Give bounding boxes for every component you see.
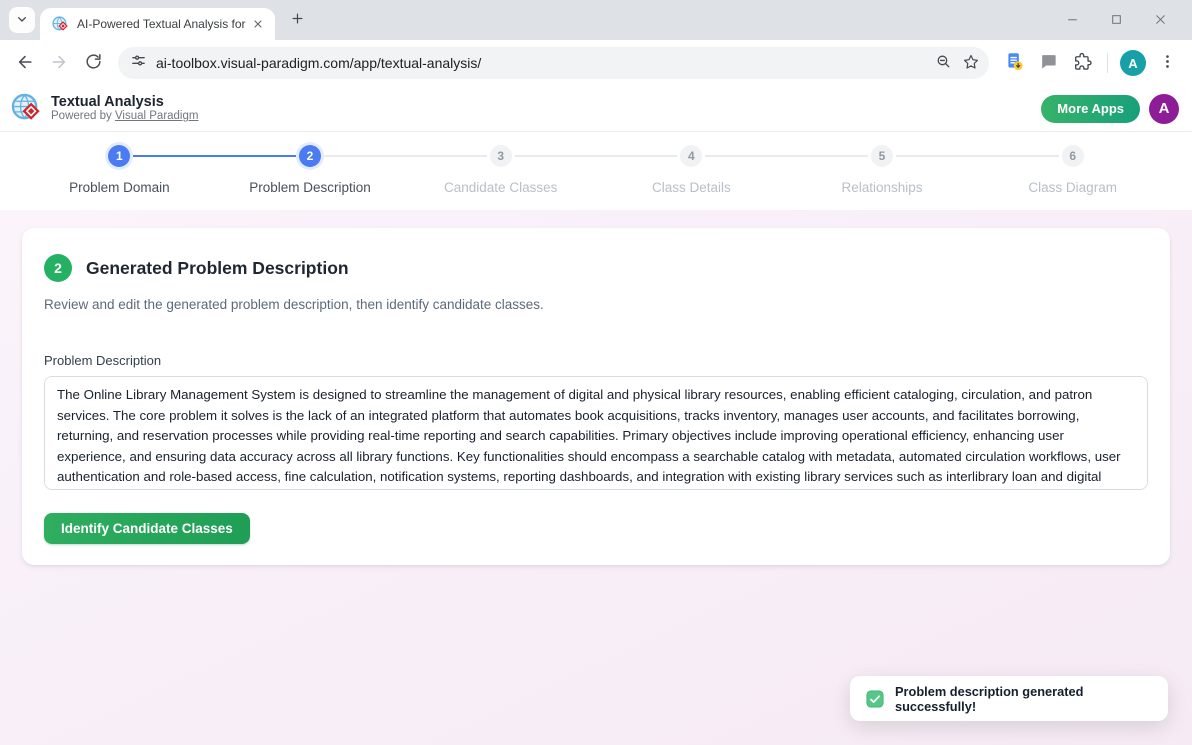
plus-icon (290, 11, 305, 29)
browser-toolbar: ai-toolbox.visual-paradigm.com/app/textu… (0, 40, 1192, 86)
arrow-right-icon (49, 52, 69, 75)
app-header: Textual Analysis Powered by Visual Parad… (0, 86, 1192, 132)
kebab-menu-icon (1159, 53, 1176, 73)
success-check-icon (866, 690, 884, 708)
docs-download-button[interactable] (997, 46, 1031, 80)
reload-icon (84, 52, 103, 74)
reload-button[interactable] (76, 46, 110, 80)
comment-button[interactable] (1031, 46, 1065, 80)
step-number: 6 (1062, 145, 1084, 167)
problem-description-input[interactable]: The Online Library Management System is … (44, 376, 1148, 490)
zoom-out-button[interactable] (929, 49, 957, 77)
window-minimize-button[interactable] (1050, 4, 1094, 34)
step-badge: 2 (44, 254, 72, 282)
chevron-down-icon (14, 11, 30, 30)
page-content: 2 Generated Problem Description Review a… (0, 210, 1192, 745)
puzzle-icon (1073, 52, 1092, 74)
browser-menu-button[interactable] (1150, 46, 1184, 80)
step-label: Problem Description (249, 180, 371, 195)
step-number: 5 (871, 145, 893, 167)
arrow-left-icon (15, 52, 35, 75)
url-bar[interactable]: ai-toolbox.visual-paradigm.com/app/textu… (118, 47, 989, 79)
back-button[interactable] (8, 46, 42, 80)
window-maximize-button[interactable] (1094, 4, 1138, 34)
forward-button[interactable] (42, 46, 76, 80)
toolbar-separator (1107, 53, 1108, 73)
window-close-button[interactable] (1138, 4, 1182, 34)
step-number: 4 (680, 145, 702, 167)
success-toast: Problem description generated successful… (850, 676, 1168, 721)
comment-bubble-icon (1039, 52, 1058, 74)
card-subtitle: Review and edit the generated problem de… (44, 297, 1148, 312)
user-avatar[interactable]: A (1149, 94, 1179, 124)
powered-by: Powered by Visual Paradigm (51, 110, 198, 123)
tab-search-button[interactable] (9, 7, 35, 33)
tab-strip: AI-Powered Textual Analysis for (0, 0, 1192, 40)
more-apps-button[interactable]: More Apps (1041, 95, 1140, 123)
wizard-stepper: 1 Problem Domain 2 Problem Description 3… (0, 132, 1192, 210)
extensions-button[interactable] (1065, 46, 1099, 80)
star-icon (962, 53, 980, 74)
app-title-block: Textual Analysis Powered by Visual Parad… (51, 94, 198, 124)
browser-profile-avatar[interactable]: A (1120, 50, 1146, 76)
card-title: Generated Problem Description (86, 258, 349, 279)
zoom-out-icon (935, 53, 952, 73)
problem-description-label: Problem Description (44, 353, 1148, 368)
url-text: ai-toolbox.visual-paradigm.com/app/textu… (156, 55, 929, 71)
step-label: Relationships (842, 180, 923, 195)
step-class-diagram[interactable]: 6 Class Diagram (977, 145, 1168, 210)
visual-paradigm-logo-icon (11, 93, 42, 124)
site-settings-icon (130, 52, 147, 74)
toast-message: Problem description generated successful… (895, 684, 1152, 714)
step-label: Class Diagram (1028, 180, 1117, 195)
tab-title: AI-Powered Textual Analysis for (77, 17, 249, 31)
visual-paradigm-favicon-icon (52, 16, 69, 33)
new-tab-button[interactable] (284, 7, 310, 33)
step-number: 3 (490, 145, 512, 167)
window-controls (1050, 4, 1182, 34)
identify-candidate-classes-button[interactable]: Identify Candidate Classes (44, 513, 250, 544)
browser-tab[interactable]: AI-Powered Textual Analysis for (40, 8, 275, 40)
step-label: Class Details (652, 180, 731, 195)
step-label: Candidate Classes (444, 180, 557, 195)
step-number: 1 (108, 145, 130, 167)
browser-window: AI-Powered Textual Analysis for (0, 0, 1192, 86)
powered-by-text: Powered by (51, 110, 112, 122)
step-number: 2 (299, 145, 321, 167)
visual-paradigm-link[interactable]: Visual Paradigm (115, 110, 199, 122)
bookmark-star-button[interactable] (957, 49, 985, 77)
step-label: Problem Domain (69, 180, 170, 195)
tab-close-icon[interactable] (249, 15, 267, 33)
docs-download-icon (1004, 51, 1025, 75)
problem-description-card: 2 Generated Problem Description Review a… (22, 228, 1170, 565)
app-title: Textual Analysis (51, 94, 198, 111)
card-header: 2 Generated Problem Description (44, 254, 1148, 282)
